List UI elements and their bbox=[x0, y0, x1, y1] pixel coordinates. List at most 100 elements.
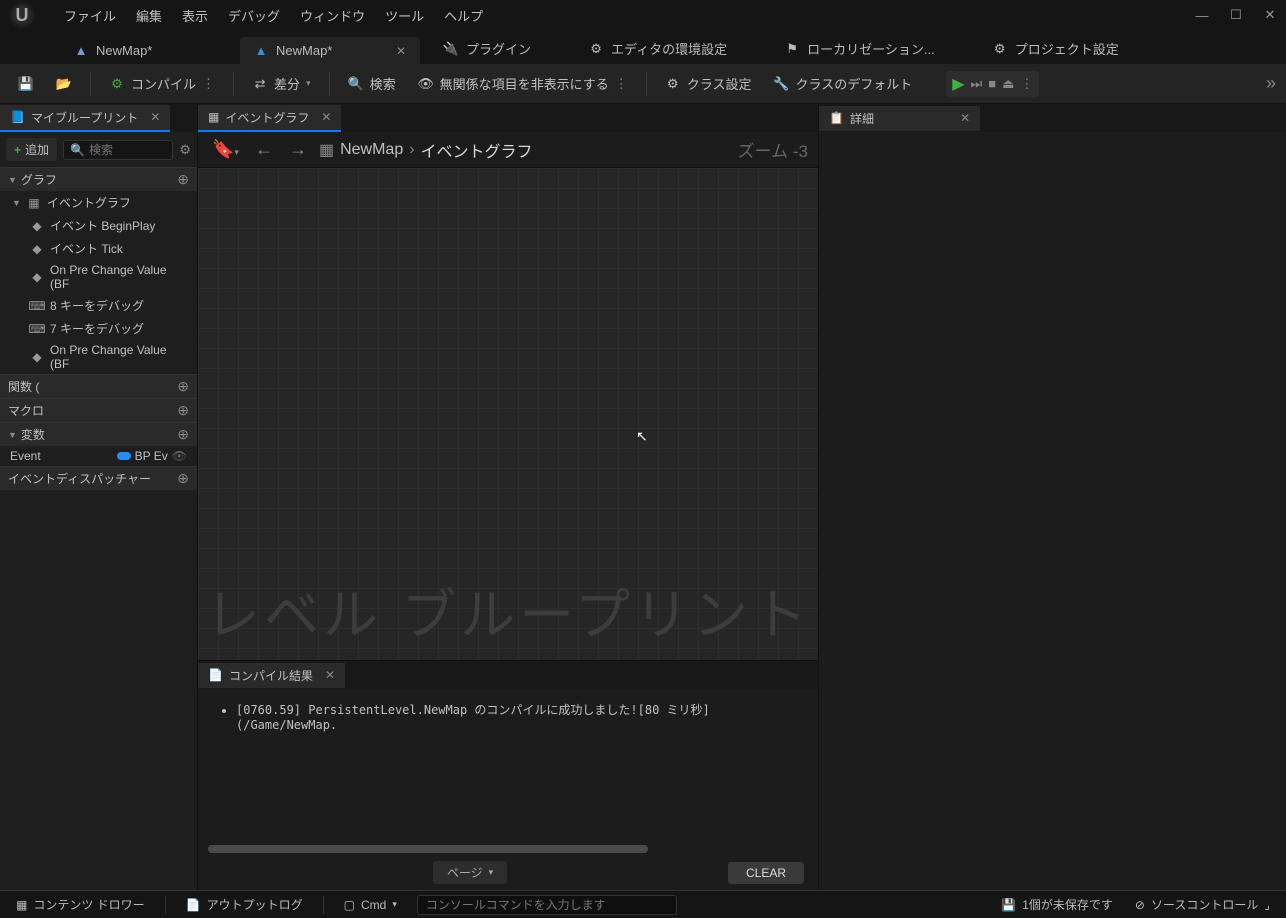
menu-help[interactable]: ヘルプ bbox=[434, 2, 493, 29]
diff-button[interactable]: ⇄差分▾ bbox=[244, 69, 319, 98]
menu-file[interactable]: ファイル bbox=[54, 2, 126, 29]
title-bar: U ファイル 編集 表示 デバッグ ウィンドウ ツール ヘルプ — ☐ ✕ bbox=[0, 0, 1286, 30]
graph-toolbar: 🔖▾ ← → ▦ NewMap › イベントグラフ ズーム -3 bbox=[198, 132, 818, 168]
details-panel: 📋 詳細 ✕ bbox=[818, 104, 1286, 890]
maximize-button[interactable]: ☐ bbox=[1228, 7, 1244, 23]
log-icon: 📄 bbox=[186, 898, 201, 912]
category-macros[interactable]: マクロ ⊕ bbox=[0, 398, 197, 422]
browse-button[interactable]: 📂 bbox=[48, 71, 80, 97]
tree-event-graph[interactable]: ▼ ▦ イベントグラフ bbox=[0, 191, 197, 214]
ue-logo-icon: U bbox=[8, 1, 36, 29]
play-options[interactable]: ⋮ bbox=[1020, 76, 1033, 92]
compile-results-panel: 📄 コンパイル結果 ✕ [0760.59] PersistentLevel.Ne… bbox=[198, 660, 818, 890]
search-button[interactable]: 🔍検索 bbox=[340, 69, 404, 98]
tab-my-blueprint[interactable]: 📘 マイブループリント ✕ bbox=[0, 105, 170, 132]
tab-event-graph[interactable]: ▦ イベントグラフ ✕ bbox=[198, 105, 341, 132]
wrench-icon: 🔧 bbox=[773, 76, 789, 92]
toolbar-overflow[interactable]: » bbox=[1266, 73, 1276, 94]
close-icon[interactable]: ✕ bbox=[396, 44, 406, 58]
add-macro-icon[interactable]: ⊕ bbox=[177, 402, 189, 419]
class-defaults-button[interactable]: 🔧クラスのデフォルト bbox=[765, 69, 920, 98]
tab-newmap-1[interactable]: ▲NewMap* bbox=[60, 37, 240, 64]
search-input[interactable]: 🔍 bbox=[63, 140, 173, 160]
back-button[interactable]: ← bbox=[251, 139, 277, 160]
bookmark-button[interactable]: 🔖▾ bbox=[208, 139, 243, 160]
close-icon[interactable]: ✕ bbox=[150, 110, 160, 124]
flag-icon: ⚑ bbox=[785, 42, 799, 56]
clear-button[interactable]: CLEAR bbox=[728, 862, 804, 884]
add-graph-icon[interactable]: ⊕ bbox=[177, 171, 189, 188]
tab-localization[interactable]: ⚑ローカリゼーション... bbox=[771, 33, 949, 64]
add-variable-icon[interactable]: ⊕ bbox=[177, 426, 189, 443]
tree-event-prechange2[interactable]: ◆On Pre Change Value (BF bbox=[0, 340, 197, 374]
plugin-icon: 🔌 bbox=[444, 42, 458, 56]
compile-icon: ⚙ bbox=[109, 76, 125, 92]
hide-unrelated-button[interactable]: 👁無関係な項目を非表示にする⋮ bbox=[410, 69, 636, 98]
save-icon: 💾 bbox=[18, 76, 34, 92]
console-input[interactable] bbox=[417, 895, 677, 915]
event-icon: ◆ bbox=[30, 350, 44, 364]
close-icon[interactable]: ✕ bbox=[960, 111, 970, 125]
step-button[interactable]: ⏭ bbox=[971, 76, 983, 92]
tree-event-prechange1[interactable]: ◆On Pre Change Value (BF bbox=[0, 260, 197, 294]
tree-debug-8[interactable]: ⌨8 キーをデバッグ bbox=[0, 294, 197, 317]
tab-compile-results[interactable]: 📄 コンパイル結果 ✕ bbox=[198, 663, 345, 688]
tab-editor-prefs[interactable]: ⚙エディタの環境設定 bbox=[575, 33, 741, 64]
tab-details[interactable]: 📋 詳細 ✕ bbox=[819, 106, 980, 131]
sliders-icon: ⚙ bbox=[589, 42, 603, 56]
menu-window[interactable]: ウィンドウ bbox=[290, 2, 375, 29]
gear-icon: ⚙ bbox=[665, 76, 681, 92]
source-control-button[interactable]: ⊘ソースコントロール⌟ bbox=[1129, 894, 1276, 915]
zoom-label: ズーム -3 bbox=[738, 137, 808, 162]
add-dispatcher-icon[interactable]: ⊕ bbox=[177, 470, 189, 487]
class-settings-button[interactable]: ⚙クラス設定 bbox=[657, 69, 760, 98]
graph-canvas[interactable]: レベル ブループリント ↖ bbox=[198, 168, 818, 660]
unsaved-status[interactable]: 💾1個が未保存です bbox=[995, 894, 1119, 915]
menu-debug[interactable]: デバッグ bbox=[218, 2, 290, 29]
menu-tools[interactable]: ツール bbox=[375, 2, 434, 29]
tab-plugins[interactable]: 🔌プラグイン bbox=[430, 33, 545, 64]
output-log-button[interactable]: 📄アウトプットログ bbox=[180, 894, 309, 915]
tab-project-settings[interactable]: ⚙プロジェクト設定 bbox=[979, 33, 1133, 64]
play-button[interactable]: ▶ bbox=[952, 74, 964, 94]
tree-event-tick[interactable]: ◆イベント Tick bbox=[0, 237, 197, 260]
visibility-icon[interactable]: 👁 bbox=[172, 449, 187, 463]
variable-event[interactable]: Event BP Ev👁 bbox=[0, 446, 197, 466]
top-tabs-row: ▲NewMap* ▲NewMap* ✕ 🔌プラグイン ⚙エディタの環境設定 ⚑ロ… bbox=[0, 30, 1286, 64]
expand-icon: ⌟ bbox=[1264, 898, 1270, 912]
minimize-button[interactable]: — bbox=[1194, 7, 1210, 23]
category-graph[interactable]: ▼グラフ ⊕ bbox=[0, 167, 197, 191]
compile-button[interactable]: ⚙コンパイル⋮ bbox=[101, 69, 223, 98]
save-button[interactable]: 💾 bbox=[10, 71, 42, 97]
breadcrumb-root[interactable]: NewMap bbox=[340, 141, 403, 159]
add-button[interactable]: +追加 bbox=[6, 138, 57, 161]
book-icon: 📘 bbox=[10, 110, 25, 124]
forward-button[interactable]: → bbox=[285, 139, 311, 160]
menu-edit[interactable]: 編集 bbox=[126, 2, 172, 29]
cmd-dropdown[interactable]: ▢Cmd▾ bbox=[338, 896, 403, 914]
category-variables[interactable]: ▼変数 ⊕ bbox=[0, 422, 197, 446]
page-dropdown[interactable]: ページ▾ bbox=[433, 861, 507, 884]
tree-event-beginplay[interactable]: ◆イベント BeginPlay bbox=[0, 214, 197, 237]
menu-view[interactable]: 表示 bbox=[172, 2, 218, 29]
add-function-icon[interactable]: ⊕ bbox=[177, 378, 189, 395]
close-button[interactable]: ✕ bbox=[1262, 7, 1278, 23]
breadcrumb-current: イベントグラフ bbox=[421, 138, 533, 162]
graph-icon: ▦ bbox=[319, 140, 334, 160]
eye-off-icon: 👁 bbox=[418, 76, 434, 92]
category-dispatchers[interactable]: イベントディスパッチャー ⊕ bbox=[0, 466, 197, 490]
tree-debug-7[interactable]: ⌨7 キーをデバッグ bbox=[0, 317, 197, 340]
category-functions[interactable]: 関数 ( ⊕ bbox=[0, 374, 197, 398]
event-icon: ◆ bbox=[30, 219, 44, 233]
tab-newmap-2[interactable]: ▲NewMap* ✕ bbox=[240, 37, 420, 64]
search-field[interactable] bbox=[89, 143, 149, 157]
document-icon: 📄 bbox=[208, 668, 223, 682]
settings-gear[interactable]: ⚙ bbox=[179, 142, 191, 158]
close-icon[interactable]: ✕ bbox=[325, 668, 335, 682]
horizontal-scrollbar[interactable] bbox=[208, 845, 808, 855]
eject-button[interactable]: ⏏ bbox=[1002, 76, 1014, 92]
close-icon[interactable]: ✕ bbox=[321, 110, 331, 124]
content-drawer-button[interactable]: ▦コンテンツ ドロワー bbox=[10, 894, 151, 915]
stop-button[interactable]: ■ bbox=[988, 76, 996, 91]
center-area: ▦ イベントグラフ ✕ 🔖▾ ← → ▦ NewMap › イベントグラフ ズー… bbox=[198, 104, 818, 890]
